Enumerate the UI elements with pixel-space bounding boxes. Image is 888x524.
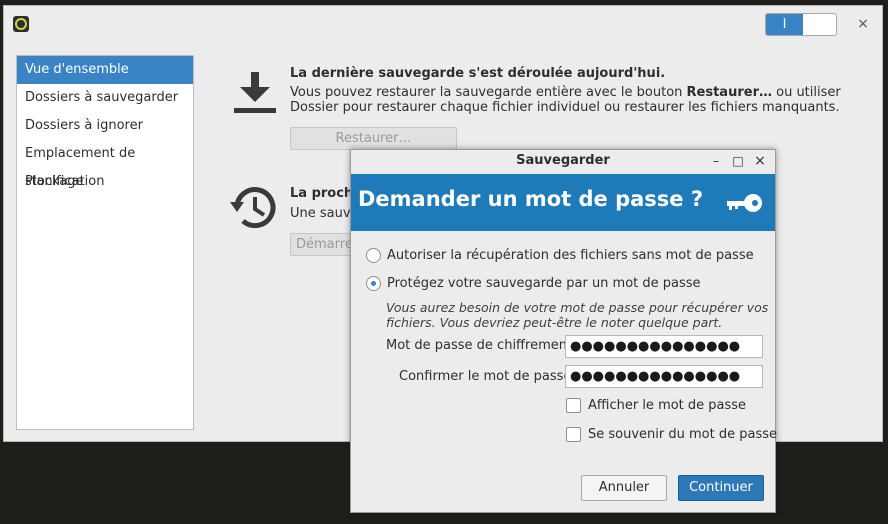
hint-line1: Vous aurez besoin de votre mot de passe … bbox=[386, 300, 769, 315]
minimize-icon[interactable]: – bbox=[707, 152, 725, 170]
password-label: Mot de passe de chiffrement bbox=[386, 338, 573, 353]
cancel-button[interactable]: Annuler bbox=[581, 475, 667, 501]
sidebar-item-overview[interactable]: Vue d'ensemble bbox=[17, 56, 193, 84]
maximize-icon[interactable]: □ bbox=[729, 152, 747, 170]
confirm-password-label: Confirmer le mot de passe bbox=[399, 369, 572, 384]
remember-password-label: Se souvenir du mot de passe bbox=[588, 426, 777, 442]
key-icon bbox=[727, 194, 762, 212]
mode-toggle-switch[interactable]: I bbox=[765, 13, 837, 36]
radio-protect-password[interactable] bbox=[366, 275, 381, 291]
history-clock-icon bbox=[230, 187, 276, 229]
dialog-titlebar: Sauvegarder – □ × bbox=[351, 150, 775, 174]
sidebar-item-storage-location[interactable]: Emplacement de stockage bbox=[17, 140, 193, 189]
restore-desc-part1: Vous pouvez restaurer la sauvegarde enti… bbox=[290, 85, 687, 100]
next-backup-description: Une sauve bbox=[290, 206, 359, 221]
remember-password-option[interactable]: Se souvenir du mot de passe bbox=[566, 425, 777, 443]
option-no-password-label: Autoriser la récupération des fichiers s… bbox=[387, 247, 754, 263]
close-icon[interactable]: × bbox=[751, 152, 769, 170]
app-logo-icon bbox=[13, 16, 29, 32]
restore-description-line2: Dossier pour restaurer chaque fichier in… bbox=[290, 100, 840, 115]
sidebar: Vue d'ensemble Dossiers à sauvegarder Do… bbox=[16, 55, 194, 430]
continue-button[interactable]: Continuer bbox=[678, 475, 764, 501]
show-password-option[interactable]: Afficher le mot de passe bbox=[566, 396, 746, 414]
show-password-label: Afficher le mot de passe bbox=[588, 397, 747, 413]
restore-title: La dernière sauvegarde s'est déroulée au… bbox=[290, 66, 666, 81]
restore-button[interactable]: Restaurer… bbox=[290, 127, 457, 150]
remember-password-checkbox[interactable] bbox=[566, 426, 581, 442]
main-titlebar: I × bbox=[4, 6, 882, 44]
password-hint: Vous aurez besoin de votre mot de passe … bbox=[386, 300, 768, 330]
show-password-checkbox[interactable] bbox=[566, 397, 581, 413]
option-no-password[interactable]: Autoriser la récupération des fichiers s… bbox=[366, 246, 754, 264]
hint-line2: fichiers. Vous devriez peut-être le note… bbox=[386, 315, 723, 330]
confirm-password-field[interactable]: ●●●●●●●●●●●●●●● bbox=[565, 365, 763, 388]
sidebar-item-folders-to-ignore[interactable]: Dossiers à ignorer bbox=[17, 112, 193, 140]
password-dialog: Sauvegarder – □ × Demander un mot de pas… bbox=[350, 149, 777, 513]
restore-description-line1: Vous pouvez restaurer la sauvegarde enti… bbox=[290, 85, 841, 101]
option-protect-password[interactable]: Protégez votre sauvegarde par un mot de … bbox=[366, 274, 701, 292]
restore-desc-bold: Restaurer… bbox=[686, 85, 772, 100]
sidebar-item-folders-to-save[interactable]: Dossiers à sauvegarder bbox=[17, 84, 193, 112]
option-protect-password-label: Protégez votre sauvegarde par un mot de … bbox=[387, 275, 701, 291]
password-field[interactable]: ●●●●●●●●●●●●●●● bbox=[565, 335, 763, 358]
banner-title: Demander un mot de passe ? bbox=[358, 187, 704, 211]
sidebar-item-scheduling[interactable]: Planification bbox=[17, 168, 193, 196]
toggle-on-state: I bbox=[766, 14, 803, 35]
close-icon[interactable]: × bbox=[854, 15, 872, 33]
download-icon bbox=[234, 72, 276, 113]
dialog-banner: Demander un mot de passe ? bbox=[351, 174, 775, 231]
radio-no-password[interactable] bbox=[366, 247, 381, 263]
restore-desc-part2: ou utiliser bbox=[771, 85, 841, 100]
